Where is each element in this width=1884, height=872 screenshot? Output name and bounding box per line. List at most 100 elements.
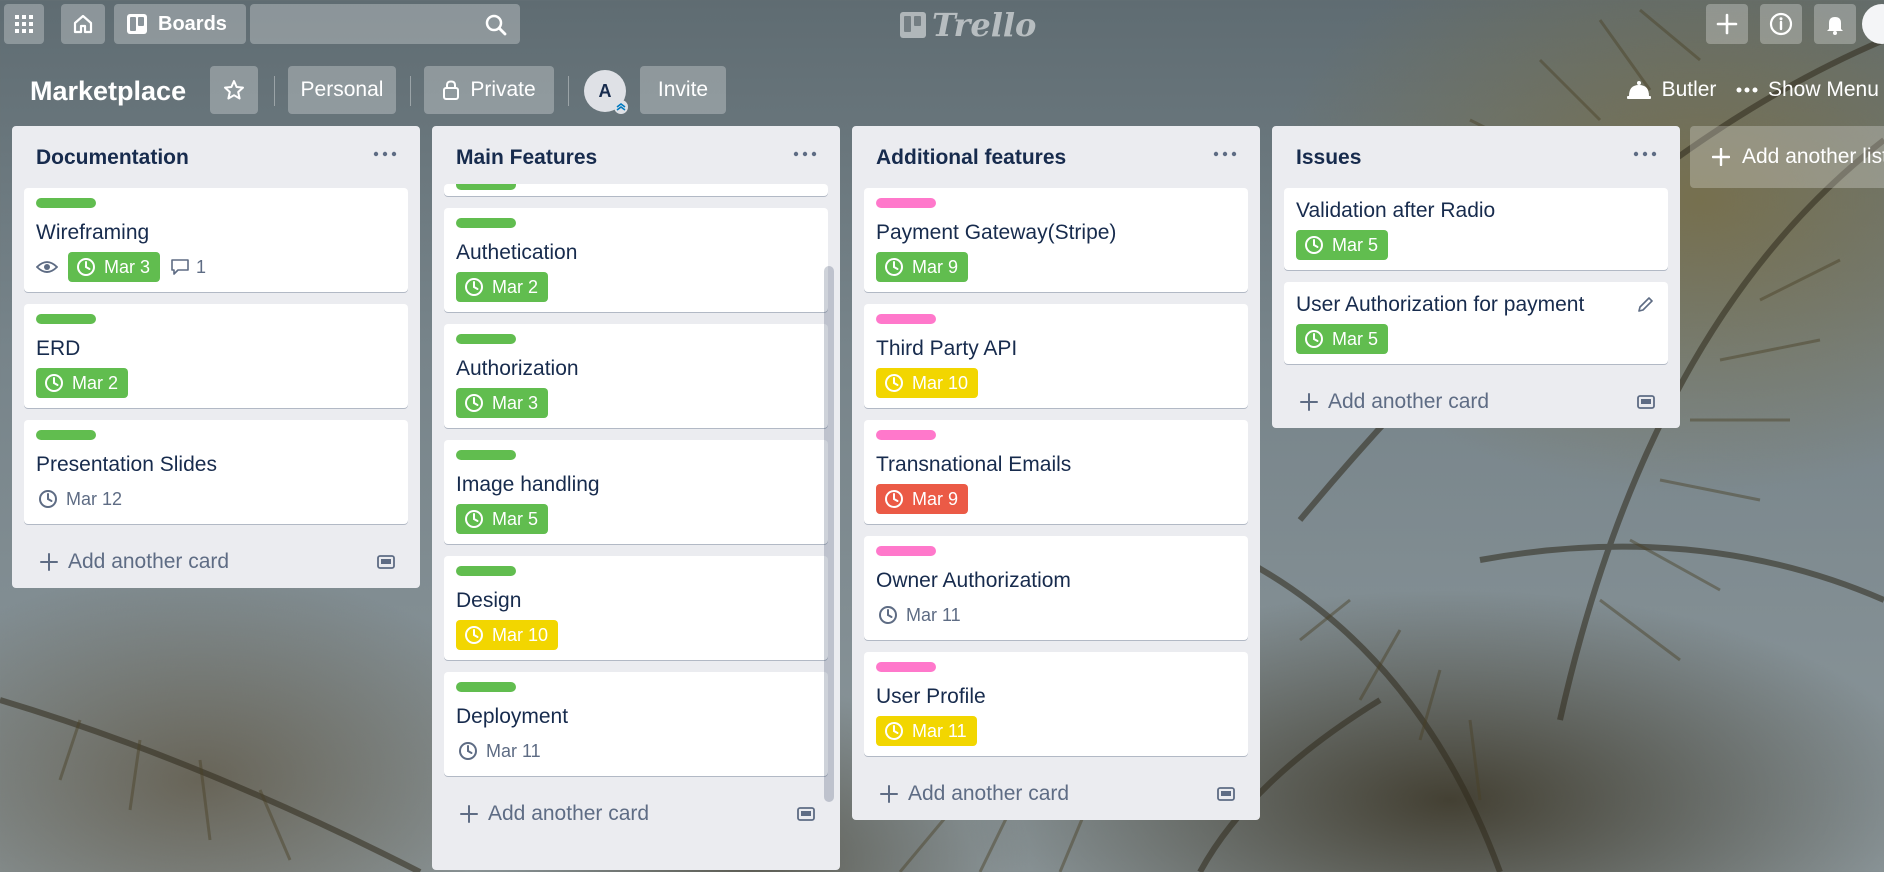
- boards-icon: [127, 14, 147, 34]
- card-label-pink[interactable]: [876, 314, 936, 324]
- card[interactable]: Payment Gateway(Stripe) Mar 9: [864, 188, 1248, 292]
- card-list: Validation after Radio Mar 5 User Authoriz…: [1272, 188, 1680, 364]
- card-label-pink[interactable]: [876, 662, 936, 672]
- due-date-badge[interactable]: Mar 5: [1296, 324, 1389, 354]
- add-card-label: Add another card: [1328, 390, 1490, 413]
- notifications-button[interactable]: [1814, 4, 1856, 44]
- list-title[interactable]: Issues: [1296, 146, 1361, 170]
- list-title[interactable]: Documentation: [36, 146, 189, 170]
- team-visibility-button[interactable]: Personal: [288, 66, 396, 114]
- list-menu-icon[interactable]: [1630, 144, 1660, 164]
- card[interactable]: Wireframing Mar 3 1: [24, 188, 408, 292]
- list-additional-features[interactable]: Additional features Payment Gateway(Strip…: [852, 126, 1260, 820]
- card-label-green[interactable]: [36, 314, 96, 324]
- due-date-badge[interactable]: Mar 12: [36, 484, 132, 514]
- list-header[interactable]: Issues: [1272, 126, 1680, 188]
- comments-badge: 1: [170, 257, 206, 278]
- apps-grid-icon: [15, 15, 33, 33]
- card[interactable]: Deployment Mar 11: [444, 672, 828, 776]
- list-menu-icon[interactable]: [790, 144, 820, 164]
- card-label-green[interactable]: [36, 430, 96, 440]
- member-avatar[interactable]: A: [584, 70, 628, 114]
- card-template-icon[interactable]: [796, 804, 816, 824]
- home-button[interactable]: [61, 4, 105, 44]
- card[interactable]: User Profile Mar 11: [864, 652, 1248, 756]
- card-title: Transnational Emails: [876, 453, 1072, 476]
- list-issues[interactable]: Issues Validation after Radio Mar 5 User Au…: [1272, 126, 1680, 428]
- card[interactable]: Third Party API Mar 10: [864, 304, 1248, 408]
- due-date-badge[interactable]: Mar 11: [876, 716, 977, 746]
- card[interactable]: Presentation Slides Mar 12: [24, 420, 408, 524]
- card[interactable]: User Authorization for payment Mar 5: [1284, 282, 1668, 364]
- bell-icon: [1827, 17, 1843, 35]
- due-date-badge[interactable]: Mar 5: [456, 504, 549, 534]
- due-date-badge[interactable]: Mar 2: [456, 272, 549, 302]
- list-title[interactable]: Additional features: [876, 146, 1066, 170]
- info-button[interactable]: [1760, 4, 1802, 44]
- card-label-green[interactable]: [456, 682, 516, 692]
- list-header[interactable]: Main Features: [432, 126, 840, 188]
- card-template-icon[interactable]: [1636, 392, 1656, 412]
- list-header[interactable]: Additional features: [852, 126, 1260, 188]
- card[interactable]: Validation after Radio Mar 5: [1284, 188, 1668, 270]
- due-date-badge[interactable]: Mar 3: [68, 252, 161, 282]
- card-label-green[interactable]: [456, 334, 516, 344]
- invite-button[interactable]: Invite: [640, 66, 726, 114]
- card-label-green[interactable]: [456, 218, 516, 228]
- list-menu-icon[interactable]: [370, 144, 400, 164]
- card-label-pink[interactable]: [876, 198, 936, 208]
- add-card-button[interactable]: Add another card: [1272, 376, 1680, 428]
- card-title: Design: [456, 589, 522, 612]
- list-main-features[interactable]: Main Features Authetication Mar 2 Authoriza…: [432, 126, 840, 870]
- list-documentation[interactable]: Documentation Wireframing Mar 3 1 ERD Mar 2 Pr…: [12, 126, 420, 588]
- trello-logo[interactable]: Trello: [900, 6, 1036, 44]
- card-label-green[interactable]: [456, 566, 516, 576]
- team-visibility-label: Personal: [300, 78, 384, 101]
- star-board-button[interactable]: [210, 66, 258, 114]
- search-input[interactable]: [250, 4, 520, 44]
- card-label-pink[interactable]: [876, 430, 936, 440]
- list-title[interactable]: Main Features: [456, 146, 597, 170]
- card[interactable]: Transnational Emails Mar 9: [864, 420, 1248, 524]
- clock-icon: [465, 510, 483, 528]
- card-partial[interactable]: [444, 184, 828, 196]
- card-template-icon[interactable]: [1216, 784, 1236, 804]
- card-label-pink[interactable]: [876, 546, 936, 556]
- due-date-badge[interactable]: Mar 3: [456, 388, 549, 418]
- due-date-badge[interactable]: Mar 11: [876, 600, 971, 630]
- card[interactable]: Design Mar 10: [444, 556, 828, 660]
- due-date-badge[interactable]: Mar 10: [876, 368, 979, 398]
- card-label-green[interactable]: [36, 198, 96, 208]
- pencil-icon[interactable]: [1636, 296, 1654, 314]
- list-scrollbar[interactable]: [824, 266, 834, 802]
- apps-button[interactable]: [4, 4, 44, 44]
- card-template-icon[interactable]: [376, 552, 396, 572]
- card-badges: Mar 12: [36, 484, 396, 514]
- add-card-button[interactable]: Add another card: [852, 768, 1260, 820]
- card[interactable]: Image handling Mar 5: [444, 440, 828, 544]
- card[interactable]: Authetication Mar 2: [444, 208, 828, 312]
- due-date-badge[interactable]: Mar 2: [36, 368, 129, 398]
- show-menu-button[interactable]: Show Menu: [1736, 66, 1884, 114]
- card[interactable]: Owner Authorizatiom Mar 11: [864, 536, 1248, 640]
- butler-button[interactable]: Butler: [1616, 66, 1726, 114]
- header-divider: [568, 76, 569, 106]
- add-list-button[interactable]: Add another list: [1690, 126, 1884, 188]
- list-menu-icon[interactable]: [1210, 144, 1240, 164]
- add-card-button[interactable]: Add another card: [432, 788, 840, 840]
- card[interactable]: ERD Mar 2: [24, 304, 408, 408]
- due-date-badge[interactable]: Mar 10: [456, 620, 559, 650]
- due-date-badge[interactable]: Mar 9: [876, 252, 969, 282]
- privacy-button[interactable]: Private: [424, 66, 554, 114]
- user-avatar[interactable]: [1862, 4, 1884, 44]
- due-date-badge[interactable]: Mar 9: [876, 484, 969, 514]
- boards-button[interactable]: Boards: [114, 4, 246, 44]
- board-title[interactable]: Marketplace: [30, 76, 186, 107]
- due-date-badge[interactable]: Mar 5: [1296, 230, 1389, 260]
- due-date-badge[interactable]: Mar 11: [456, 736, 551, 766]
- card[interactable]: Authorization Mar 3: [444, 324, 828, 428]
- create-button[interactable]: [1706, 4, 1748, 44]
- list-header[interactable]: Documentation: [12, 126, 420, 188]
- add-card-button[interactable]: Add another card: [12, 536, 420, 588]
- card-label-green[interactable]: [456, 450, 516, 460]
